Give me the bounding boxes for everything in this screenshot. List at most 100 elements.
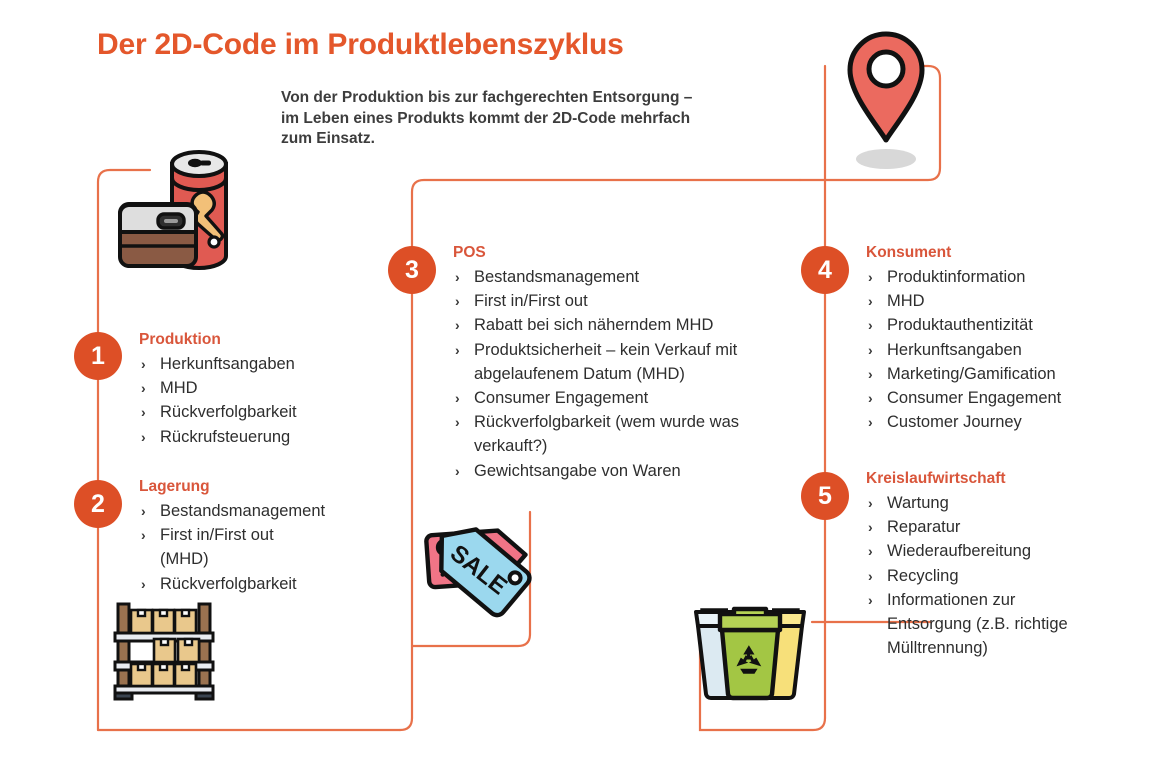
chevron-right-icon: › (141, 428, 146, 445)
list-item: › Informationen zur Entsorgung (z.B. rich… (866, 588, 1091, 661)
chevron-right-icon: › (868, 543, 873, 560)
chevron-right-icon: › (868, 414, 873, 431)
step-1-list: › Herkunftsangaben › MHD › Rückverfolgbarke… (139, 352, 297, 449)
chevron-right-icon: › (868, 567, 873, 584)
step-1-title: Produktion (139, 331, 221, 348)
list-item-label: MHD (160, 379, 198, 398)
list-item-label: Rückrufsteuerung (160, 427, 291, 446)
list-item: › Customer Journey (866, 410, 1096, 434)
step-2-body: Lagerung › Bestandsmanagement › First in/F… (139, 478, 325, 596)
chevron-right-icon: › (868, 293, 873, 310)
step-2-title: Lagerung (139, 478, 210, 495)
step-5-title: Kreislaufwirtschaft (866, 470, 1006, 487)
chevron-right-icon: › (868, 495, 873, 511)
list-item-label: Consumer Engagement (887, 389, 1062, 408)
page-title: Der 2D-Code im Produktlebenszyklus (97, 28, 624, 61)
chevron-right-icon: › (455, 462, 460, 479)
list-item-label: Rückverfolgbarkeit (160, 574, 297, 593)
warehouse-shelf-icon (113, 602, 215, 701)
list-item: › First in/First out (MHD) (139, 523, 325, 571)
step-5-list: › Wartung › Reparatur › Wiederaufbereitung … (866, 491, 1091, 660)
step-2-badge[interactable]: 2 (74, 480, 122, 528)
recycling-bins-icon (694, 606, 806, 701)
page-subtitle: Von der Produktion bis zur fachgerechten… (281, 89, 693, 147)
chevron-right-icon: › (455, 390, 460, 407)
chevron-right-icon: › (455, 317, 460, 334)
list-item-label: Gewichtsangabe von Waren (474, 461, 681, 480)
chevron-right-icon: › (868, 591, 873, 608)
list-item: › Consumer Engagement (453, 386, 758, 410)
chevron-right-icon: › (141, 356, 146, 372)
list-item: › Rückverfolgbarkeit (139, 572, 325, 596)
list-item: › MHD (139, 376, 297, 400)
list-item: › Produktsicherheit – kein Verkauf mit ab… (453, 338, 758, 386)
step-4-list: › Produktinformation › MHD › Produktauthent… (866, 265, 1096, 434)
step-3-title: POS (453, 244, 486, 261)
list-item-label: Produktinformation (887, 268, 1026, 286)
step-4-title: Konsument (866, 244, 952, 261)
list-item-label: Wiederaufbereitung (887, 542, 1032, 561)
list-item-label: Produktauthentizität (887, 316, 1033, 335)
map-pin-icon (847, 31, 925, 169)
list-item-label: Recycling (887, 566, 959, 585)
list-item: › Rückverfolgbarkeit (wem wurde was verka… (453, 410, 758, 458)
list-item: › MHD (866, 289, 1096, 313)
chevron-right-icon: › (141, 404, 146, 421)
chevron-right-icon: › (868, 341, 873, 358)
chevron-right-icon: › (141, 380, 146, 397)
list-item-label: Reparatur (887, 518, 961, 537)
step-3-list: › Bestandsmanagement › First in/First out … (453, 265, 758, 483)
step-4-badge[interactable]: 4 (801, 246, 849, 294)
list-item-label: Bestandsmanagement (160, 502, 326, 520)
step-5-body: Kreislaufwirtschaft › Wartung › Reparatur … (866, 470, 1091, 660)
list-item: › Herkunftsangaben (139, 352, 297, 376)
map-pin-shadow (856, 149, 916, 169)
chevron-right-icon: › (455, 341, 460, 358)
list-item: › Wartung (866, 491, 1091, 515)
list-item: › Recycling (866, 564, 1091, 588)
step-2-list: › Bestandsmanagement › First in/First out … (139, 499, 325, 596)
list-item-label: Customer Journey (887, 413, 1022, 432)
step-4-body: Konsument › Produktinformation › MHD › Prod… (866, 244, 1096, 434)
list-item-label: Rückverfolgbarkeit (wem wurde was verkau… (474, 413, 740, 456)
list-item-label: Produktsicherheit – kein Verkauf mit abg… (474, 340, 738, 383)
step-3-body: POS › Bestandsmanagement › First in/First … (453, 244, 758, 483)
chevron-right-icon: › (868, 269, 873, 285)
list-item: › Consumer Engagement (866, 386, 1096, 410)
step-3-badge[interactable]: 3 (388, 246, 436, 294)
list-item-label: Rabatt bei sich näherndem MHD (474, 316, 714, 335)
list-item-label: Herkunftsangaben (160, 355, 295, 373)
list-item: › Reparatur (866, 515, 1091, 539)
list-item-label: Bestandsmanagement (474, 268, 640, 286)
list-item: › Rabatt bei sich näherndem MHD (453, 313, 758, 337)
list-item-label: Consumer Engagement (474, 389, 649, 408)
list-item-label: Wartung (887, 494, 949, 512)
list-item: › Bestandsmanagement (139, 499, 325, 523)
chevron-right-icon: › (868, 365, 873, 382)
step-1-badge[interactable]: 1 (74, 332, 122, 380)
list-item: › Produktauthentizität (866, 313, 1096, 337)
chevron-right-icon: › (141, 575, 146, 592)
chevron-right-icon: › (455, 269, 460, 285)
list-item: › Herkunftsangaben (866, 338, 1096, 362)
chevron-right-icon: › (868, 390, 873, 407)
list-item-label: Rückverfolgbarkeit (160, 403, 297, 422)
chevron-right-icon: › (141, 503, 146, 519)
connector-bottom-left-curve (398, 716, 414, 732)
canned-food-icon (118, 150, 228, 270)
chevron-right-icon: › (868, 317, 873, 334)
infographic-canvas: Der 2D-Code im Produktlebenszyklus Von d… (0, 0, 1153, 769)
chevron-right-icon: › (141, 527, 146, 544)
list-item: › Gewichtsangabe von Waren (453, 459, 758, 483)
list-item-label: First in/First out (474, 292, 588, 311)
list-item-label: Herkunftsangaben (887, 340, 1022, 359)
chevron-right-icon: › (455, 414, 460, 431)
list-item: › Bestandsmanagement (453, 265, 758, 289)
list-item: › Rückrufsteuerung (139, 425, 297, 449)
chevron-right-icon: › (868, 519, 873, 536)
step-5-badge[interactable]: 5 (801, 472, 849, 520)
list-item: › Produktinformation (866, 265, 1096, 289)
step-1-body: Produktion › Herkunftsangaben › MHD › Rückv… (139, 331, 297, 449)
list-item-label: Marketing/Gamification (887, 364, 1056, 383)
chevron-right-icon: › (455, 293, 460, 310)
